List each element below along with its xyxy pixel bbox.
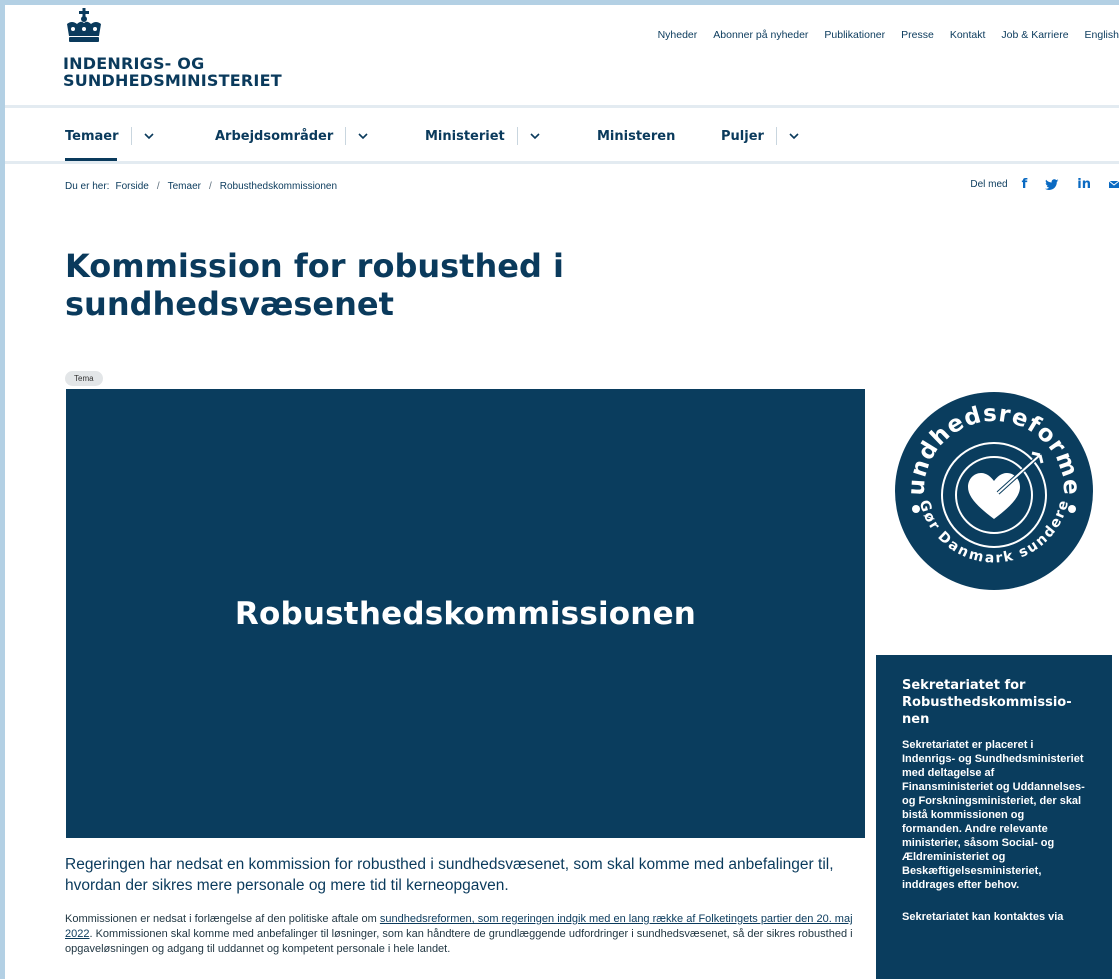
- nav-label-ministeren[interactable]: Ministeren: [597, 129, 675, 144]
- mail-icon[interactable]: [1109, 180, 1119, 189]
- logo-line2: SUNDHEDSMINISTERIET: [63, 71, 282, 90]
- nav-separator: [345, 127, 347, 145]
- chevron-down-icon[interactable]: [358, 132, 368, 140]
- secretariat-info-box: Sekretariatet for Robusthedskommissio-ne…: [876, 655, 1112, 979]
- site-header: INDENRIGS- OG SUNDHEDSMINISTERIET Nyhede…: [5, 5, 1119, 107]
- breadcrumb-link-forside[interactable]: Forside: [115, 181, 148, 192]
- secretariat-text: Sekretariatet er placeret i Indenrigs- o…: [902, 739, 1085, 891]
- share-bar: Del med f in: [970, 177, 1119, 192]
- chevron-down-icon[interactable]: [143, 132, 154, 140]
- chevron-down-icon[interactable]: [530, 132, 540, 140]
- page-title: Kommission for robusthed i sundhedsvæsen…: [65, 247, 564, 323]
- top-link-nyheder[interactable]: Nyheder: [658, 29, 698, 41]
- top-link-kontakt[interactable]: Kontakt: [950, 29, 986, 41]
- content-type-tag: Tema: [65, 371, 103, 386]
- linkedin-icon[interactable]: in: [1077, 177, 1091, 192]
- chevron-down-icon[interactable]: [789, 132, 799, 140]
- nav-label-ministeriet[interactable]: Ministeriet: [425, 129, 505, 144]
- top-link-presse[interactable]: Presse: [901, 29, 934, 41]
- breadcrumb-current: Robusthedskommissionen: [219, 181, 338, 192]
- nav-separator: [130, 127, 132, 145]
- utility-nav: Nyheder Abonner på nyheder Publikationer…: [642, 29, 1119, 41]
- top-link-job[interactable]: Job & Karriere: [1001, 29, 1068, 41]
- sundhedsreformen-badge[interactable]: Sundhedsreformen Gør Danmark sundere: [894, 391, 1094, 591]
- facebook-icon[interactable]: f: [1022, 177, 1028, 192]
- breadcrumb: Du er her: Forside / Temaer / Robustheds…: [65, 181, 337, 192]
- body-text-start: Kommissionen er nedsat i forlængelse af …: [65, 913, 380, 925]
- main-nav: Temaer Arbejdsområder Ministeriet Minist…: [5, 108, 1119, 164]
- breadcrumb-prefix: Du er her:: [65, 181, 110, 192]
- crown-icon: [67, 8, 101, 42]
- nav-separator: [775, 127, 777, 145]
- top-link-abonner[interactable]: Abonner på nyheder: [713, 29, 808, 41]
- secretariat-title: Sekretariatet for Robusthedskommissio-ne…: [902, 678, 1072, 727]
- hero-banner: Robusthedskommissionen: [66, 389, 865, 838]
- ministry-logo[interactable]: INDENRIGS- OG SUNDHEDSMINISTERIET: [63, 8, 282, 89]
- body-text-end: . Kommissionen skal komme med anbefaling…: [65, 928, 853, 955]
- nav-separator: [516, 127, 518, 145]
- breadcrumb-link-temaer[interactable]: Temaer: [168, 181, 201, 192]
- nav-item-ministeriet[interactable]: Ministeriet: [425, 108, 540, 164]
- breadcrumb-separator: /: [208, 181, 212, 192]
- body-paragraph: Kommissionen er nedsat i forlængelse af …: [65, 912, 865, 957]
- hero-title: Robusthedskommissionen: [234, 595, 697, 632]
- page: INDENRIGS- OG SUNDHEDSMINISTERIET Nyhede…: [5, 5, 1119, 979]
- nav-item-ministeren[interactable]: Ministeren: [597, 108, 675, 164]
- nav-item-temaer[interactable]: Temaer: [65, 108, 154, 164]
- twitter-icon[interactable]: [1045, 178, 1059, 191]
- logo-line1: INDENRIGS- OG: [63, 54, 205, 73]
- nav-divider: [5, 161, 1119, 164]
- breadcrumb-separator: /: [156, 181, 160, 192]
- lead-paragraph: Regeringen har nedsat en kommission for …: [65, 856, 834, 894]
- top-link-english[interactable]: English: [1085, 29, 1119, 41]
- nav-item-puljer[interactable]: Puljer: [721, 108, 799, 164]
- nav-label-temaer[interactable]: Temaer: [65, 129, 119, 144]
- nav-label-arbejdsomraader[interactable]: Arbejdsområder: [215, 129, 333, 144]
- secretariat-contact-text: Sekretariatet kan kontaktes via: [902, 911, 1064, 923]
- nav-label-puljer[interactable]: Puljer: [721, 129, 764, 144]
- top-link-publikationer[interactable]: Publikationer: [824, 29, 885, 41]
- nav-item-arbejdsomraader[interactable]: Arbejdsområder: [215, 108, 368, 164]
- share-label: Del med: [970, 179, 1008, 190]
